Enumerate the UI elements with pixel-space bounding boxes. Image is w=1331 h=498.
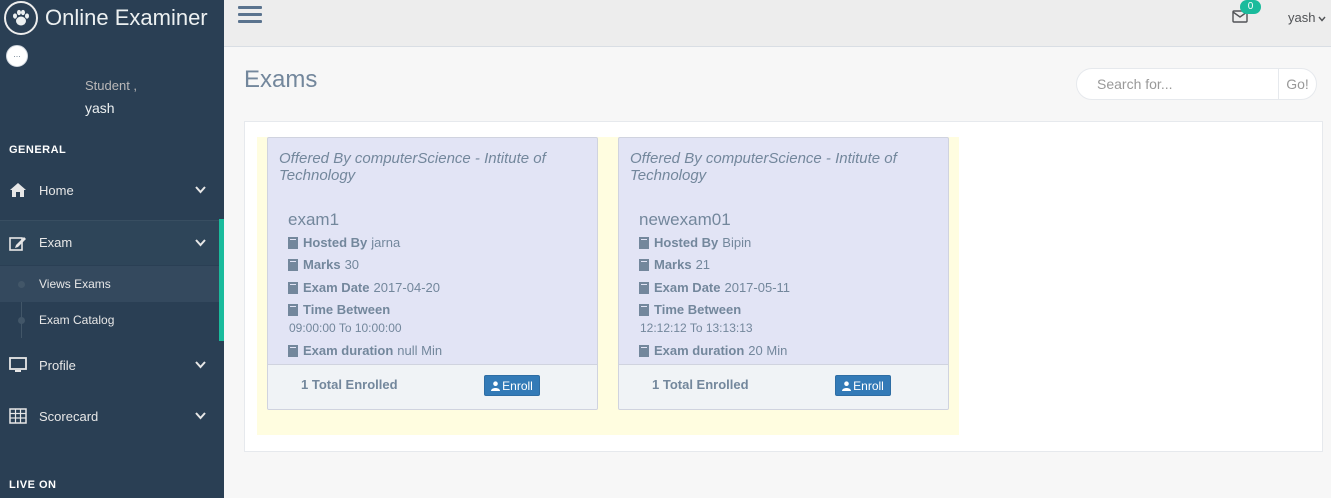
- page-title: Exams: [244, 66, 318, 93]
- document-icon: [288, 281, 298, 294]
- document-icon: [639, 258, 649, 271]
- sidebar-item-profile[interactable]: Profile: [0, 343, 224, 387]
- marks-label: Marks: [303, 257, 341, 272]
- sidebar-item-scorecard[interactable]: Scorecard: [0, 394, 224, 438]
- document-icon: [639, 281, 649, 294]
- desktop-icon: [9, 356, 27, 374]
- sidebar-item-label: Scorecard: [39, 408, 99, 424]
- hosted-label: Hosted By: [303, 235, 368, 250]
- avatar[interactable]: ...: [6, 45, 28, 67]
- exam-card: Offered By computerScience - Intitute of…: [267, 137, 598, 410]
- document-icon: [639, 344, 649, 357]
- chevron-down-icon: [1318, 10, 1327, 25]
- time-label: Time Between: [654, 302, 742, 317]
- section-title-general: GENERAL: [9, 144, 67, 156]
- top-navbar: 0 yash: [224, 0, 1331, 47]
- date-value: 2017-05-11: [724, 280, 791, 295]
- marks-label: Marks: [654, 257, 692, 272]
- user-menu[interactable]: yash: [1288, 10, 1327, 25]
- hosted-label: Hosted By: [654, 235, 719, 250]
- duration-value: null Min: [397, 343, 443, 358]
- hosted-row: Hosted By Bipin: [639, 235, 751, 250]
- card-footer: 1 Total Enrolled Enroll: [619, 364, 948, 409]
- go-button[interactable]: Go!: [1278, 69, 1316, 99]
- search-box: Go!: [1076, 68, 1317, 100]
- date-label: Exam Date: [303, 280, 370, 295]
- search-input[interactable]: [1077, 69, 1278, 99]
- sidebar-item-label: Home: [39, 182, 74, 198]
- marks-row: Marks 21: [639, 257, 710, 272]
- enroll-label: Enroll: [502, 378, 533, 393]
- paw-icon: [4, 1, 38, 35]
- welcome-text: Student ,: [85, 78, 138, 93]
- date-value: 2017-04-20: [373, 280, 440, 295]
- document-icon: [288, 236, 298, 249]
- section-title-live: LIVE ON: [9, 479, 57, 491]
- bullet-icon: [18, 316, 25, 324]
- exam-submenu: Views Exams Exam Catalog: [0, 266, 219, 338]
- document-icon: [639, 236, 649, 249]
- sidebar-item-label: Profile: [39, 357, 76, 373]
- hosted-value: Bipin: [722, 235, 752, 250]
- enroll-label: Enroll: [853, 378, 884, 393]
- edit-icon: [9, 234, 27, 252]
- document-icon: [288, 344, 298, 357]
- duration-label: Exam duration: [303, 343, 394, 358]
- card-footer: 1 Total Enrolled Enroll: [268, 364, 597, 409]
- exam-card: Offered By computerScience - Intitute of…: [618, 137, 949, 410]
- brand[interactable]: Online Examiner: [4, 1, 208, 35]
- date-row: Exam Date 2017-05-11: [639, 280, 790, 295]
- date-label: Exam Date: [654, 280, 721, 295]
- subitem-label: Views Exams: [39, 277, 111, 291]
- chevron-down-icon: [194, 410, 206, 422]
- menu-toggle-icon[interactable]: [238, 6, 262, 30]
- sidebar-subitem-views-exams[interactable]: Views Exams: [0, 266, 219, 302]
- hosted-row: Hosted By jarna: [288, 235, 400, 250]
- enroll-button[interactable]: Enroll: [484, 375, 540, 396]
- enrolled-count: 1 Total Enrolled: [301, 377, 398, 392]
- duration-row: Exam duration null Min: [288, 343, 442, 358]
- marks-row: Marks 30: [288, 257, 359, 272]
- marks-value: 30: [344, 257, 360, 272]
- exam-name: newexam01: [639, 210, 731, 229]
- table-icon: [9, 407, 27, 425]
- sidebar-item-exam[interactable]: Exam: [0, 220, 224, 265]
- document-icon: [639, 303, 649, 316]
- offered-by: Offered By computerScience - Intitute of…: [279, 150, 546, 184]
- chevron-down-icon: [194, 237, 206, 249]
- offered-by: Offered By computerScience - Intitute of…: [630, 150, 897, 184]
- sidebar-item-label: Exam: [39, 235, 73, 250]
- sidebar: Online Examiner ... Student , yash GENER…: [0, 0, 224, 498]
- date-row: Exam Date 2017-04-20: [288, 280, 440, 295]
- exam-name: exam1: [288, 210, 340, 229]
- time-value: 09:00:00 To 10:00:00: [289, 321, 402, 335]
- bullet-icon: [18, 280, 25, 288]
- mail-count-badge: 0: [1240, 0, 1261, 14]
- time-value: 12:12:12 To 13:13:13: [640, 321, 753, 335]
- user-name: yash: [1288, 10, 1316, 25]
- enroll-button[interactable]: Enroll: [835, 375, 891, 396]
- active-indicator: [219, 219, 224, 341]
- time-row: Time Between: [639, 302, 745, 317]
- hosted-value: jarna: [371, 235, 401, 250]
- sidebar-subitem-exam-catalog[interactable]: Exam Catalog: [0, 302, 219, 338]
- sidebar-item-home[interactable]: Home: [0, 168, 224, 212]
- time-label: Time Between: [303, 302, 391, 317]
- time-row: Time Between: [288, 302, 394, 317]
- marks-value: 21: [695, 257, 711, 272]
- duration-row: Exam duration 20 Min: [639, 343, 787, 358]
- user-icon: [491, 380, 501, 391]
- user-icon: [842, 380, 852, 391]
- home-icon: [9, 181, 27, 199]
- document-icon: [288, 303, 298, 316]
- document-icon: [288, 258, 298, 271]
- sidebar-username: yash: [85, 100, 115, 116]
- chevron-down-icon: [194, 184, 206, 196]
- subitem-label: Exam Catalog: [39, 313, 115, 327]
- duration-label: Exam duration: [654, 343, 745, 358]
- duration-value: 20 Min: [748, 343, 788, 358]
- chevron-down-icon: [194, 359, 206, 371]
- enrolled-count: 1 Total Enrolled: [652, 377, 749, 392]
- app-title: Online Examiner: [45, 5, 208, 30]
